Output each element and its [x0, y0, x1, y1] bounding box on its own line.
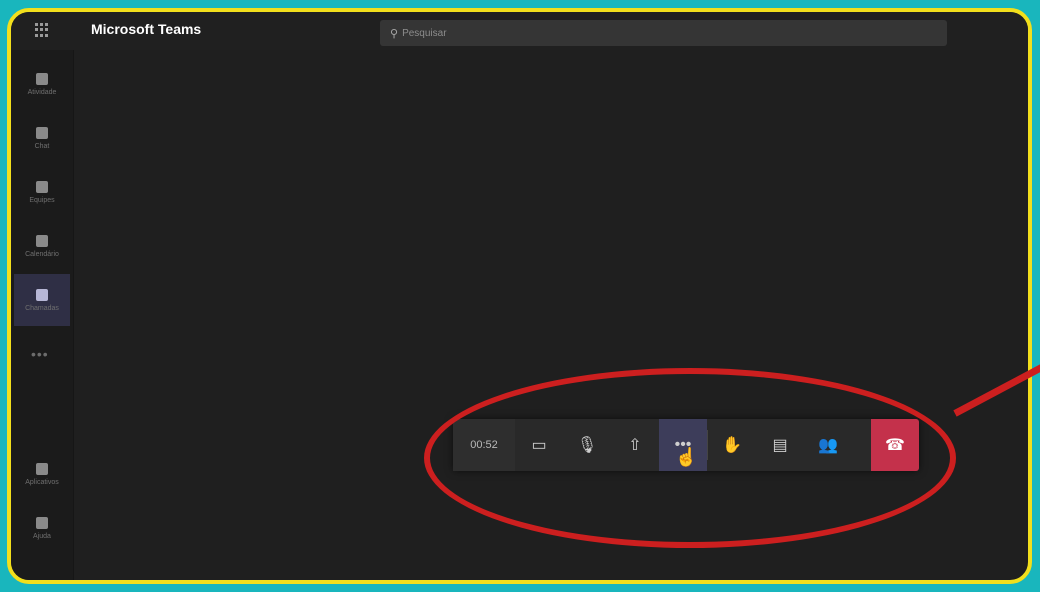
- share-screen-icon: ⇧: [628, 437, 642, 454]
- chat-icon: [36, 126, 48, 139]
- bell-icon: [36, 72, 48, 85]
- rail-item-calendar[interactable]: Calendário: [14, 220, 70, 272]
- search-icon: ⚲: [390, 27, 399, 40]
- phone-hangup-icon: ☎: [885, 437, 905, 454]
- call-controls-toolbar: 00:52 ▭ 🎙 ⇧ ••• ☝ ✋ ▤ 👥 ☎: [453, 419, 919, 471]
- rail-item-chat[interactable]: Chat: [14, 112, 70, 164]
- rail-item-label: Equipes: [29, 196, 55, 204]
- mic-button[interactable]: 🎙: [563, 419, 611, 471]
- rail-item-activity[interactable]: Atividade: [14, 58, 70, 110]
- title-bar: Microsoft Teams ⚲ Pesquisar: [11, 12, 1028, 50]
- chat-icon: ▤: [772, 437, 788, 454]
- rail-item-label: Calendário: [25, 250, 59, 258]
- participants-icon: 👥: [818, 437, 838, 454]
- teams-window: Microsoft Teams ⚲ Pesquisar Atividade Ch…: [7, 8, 1032, 584]
- raise-hand-button[interactable]: ✋: [708, 419, 756, 471]
- rail-item-label: Chamadas: [25, 304, 59, 312]
- rail-item-calls[interactable]: Chamadas: [14, 274, 70, 326]
- rail-item-help[interactable]: Ajuda: [14, 502, 70, 554]
- more-options-button[interactable]: ••• ☝: [659, 419, 707, 471]
- chat-button[interactable]: ▤: [756, 419, 804, 471]
- raise-hand-icon: ✋: [722, 437, 742, 454]
- app-title: Microsoft Teams: [91, 21, 202, 37]
- search-placeholder: Pesquisar: [402, 27, 447, 39]
- rail-item-label: Atividade: [27, 88, 57, 96]
- share-screen-button[interactable]: ⇧: [611, 419, 659, 471]
- rail-item-apps[interactable]: Aplicativos: [14, 448, 70, 500]
- more-apps-button[interactable]: •••: [31, 346, 49, 362]
- camera-off-icon: ▭: [531, 437, 547, 454]
- rail-item-label: Aplicativos: [25, 478, 59, 486]
- call-timer: 00:52: [453, 419, 515, 471]
- rail-item-teams[interactable]: Equipes: [14, 166, 70, 218]
- rail-item-label: Ajuda: [33, 532, 51, 540]
- participants-button[interactable]: 👥: [804, 419, 852, 471]
- calendar-icon: [36, 234, 48, 247]
- search-input[interactable]: ⚲ Pesquisar: [380, 20, 947, 46]
- apps-icon: [36, 462, 48, 475]
- help-icon: [36, 516, 48, 529]
- mic-icon: 🎙: [576, 437, 598, 454]
- camera-button[interactable]: ▭: [515, 419, 563, 471]
- app-rail: Atividade Chat Equipes Calendário Chamad…: [11, 50, 74, 580]
- hang-up-button[interactable]: ☎: [871, 419, 919, 471]
- teams-icon: [36, 180, 48, 193]
- calls-icon: [36, 288, 48, 301]
- hand-cursor-icon: ☝: [675, 447, 698, 467]
- rail-item-label: Chat: [34, 142, 50, 150]
- app-launcher-icon[interactable]: [35, 23, 49, 37]
